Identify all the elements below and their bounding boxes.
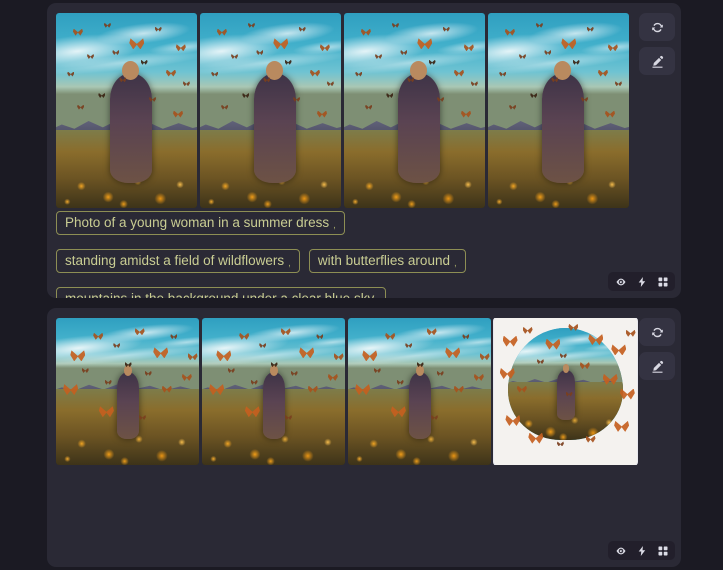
card-footer-toolbar	[608, 541, 675, 560]
regenerate-button[interactable]	[639, 318, 675, 346]
grid-icon[interactable]	[656, 275, 669, 288]
generated-artwork	[494, 318, 637, 465]
pencil-icon	[650, 54, 665, 69]
prompt-tag-separator: ,	[288, 258, 291, 269]
artwork-figure	[397, 61, 440, 183]
generated-image-thumbnail[interactable]	[493, 318, 638, 465]
prompt-tag[interactable]: Photo of a young woman in a summer dress…	[56, 211, 345, 235]
regenerate-button[interactable]	[639, 13, 675, 41]
image-strip	[56, 318, 681, 465]
app-root: Photo of a young woman in a summer dress…	[0, 0, 723, 570]
prompt-tag-label: mountains in the background under a clea…	[65, 292, 377, 298]
generated-image-thumbnail[interactable]	[488, 13, 629, 208]
generated-image-thumbnail[interactable]	[56, 13, 197, 208]
prompt-tag[interactable]: standing amidst a field of wildflowers,	[56, 249, 300, 273]
eye-icon[interactable]	[614, 275, 627, 288]
card-action-buttons	[639, 13, 675, 75]
refresh-icon	[650, 20, 665, 35]
artwork-figure	[541, 61, 584, 183]
edit-button[interactable]	[639, 47, 675, 75]
lightning-icon[interactable]	[635, 544, 648, 557]
card-footer-toolbar	[608, 272, 675, 291]
generated-image-thumbnail[interactable]	[348, 318, 491, 465]
generated-artwork	[200, 13, 341, 208]
generated-artwork	[56, 13, 197, 208]
generated-artwork	[344, 13, 485, 208]
generated-artwork	[488, 13, 629, 208]
lightning-icon[interactable]	[635, 275, 648, 288]
prompt-tag-separator: ,	[333, 220, 336, 231]
generated-image-thumbnail[interactable]	[344, 13, 485, 208]
prompt-tag-separator: ,	[453, 258, 457, 269]
generated-artwork	[202, 318, 345, 465]
artwork-figure	[557, 364, 575, 420]
artwork-figure	[263, 365, 285, 439]
image-strip	[56, 13, 681, 208]
generated-image-thumbnail[interactable]	[56, 318, 199, 465]
generated-artwork	[348, 318, 491, 465]
generated-image-thumbnail[interactable]	[200, 13, 341, 208]
prompt-tag[interactable]: mountains in the background under a clea…	[56, 287, 386, 298]
edit-button[interactable]	[639, 352, 675, 380]
prompt-tag[interactable]: with butterflies around,	[308, 249, 466, 273]
result-card: Photo of a young woman in a summer dress…	[47, 3, 681, 298]
butterfly-icon	[625, 329, 636, 337]
pencil-icon	[650, 359, 665, 374]
prompt-tag-label: Photo of a young woman in a summer dress	[65, 215, 330, 231]
refresh-icon	[650, 325, 665, 340]
artwork-figure	[253, 61, 296, 183]
card-action-buttons	[639, 318, 675, 380]
prompt-tag-list: Photo of a young woman in a summer dress…	[56, 211, 672, 298]
generated-image-thumbnail[interactable]	[202, 318, 345, 465]
eye-icon[interactable]	[614, 544, 627, 557]
butterfly-icon	[556, 441, 564, 447]
prompt-tag-label: standing amidst a field of wildflowers	[65, 253, 285, 269]
artwork-figure	[117, 365, 139, 439]
prompt-tag-label: with butterflies around	[317, 253, 450, 269]
grid-icon[interactable]	[656, 544, 669, 557]
result-card: Photo of a young woman in a summer dress…	[47, 308, 681, 567]
artwork-figure	[109, 61, 152, 183]
generated-artwork	[56, 318, 199, 465]
artwork-figure	[409, 365, 431, 439]
artwork-dome	[508, 328, 623, 440]
